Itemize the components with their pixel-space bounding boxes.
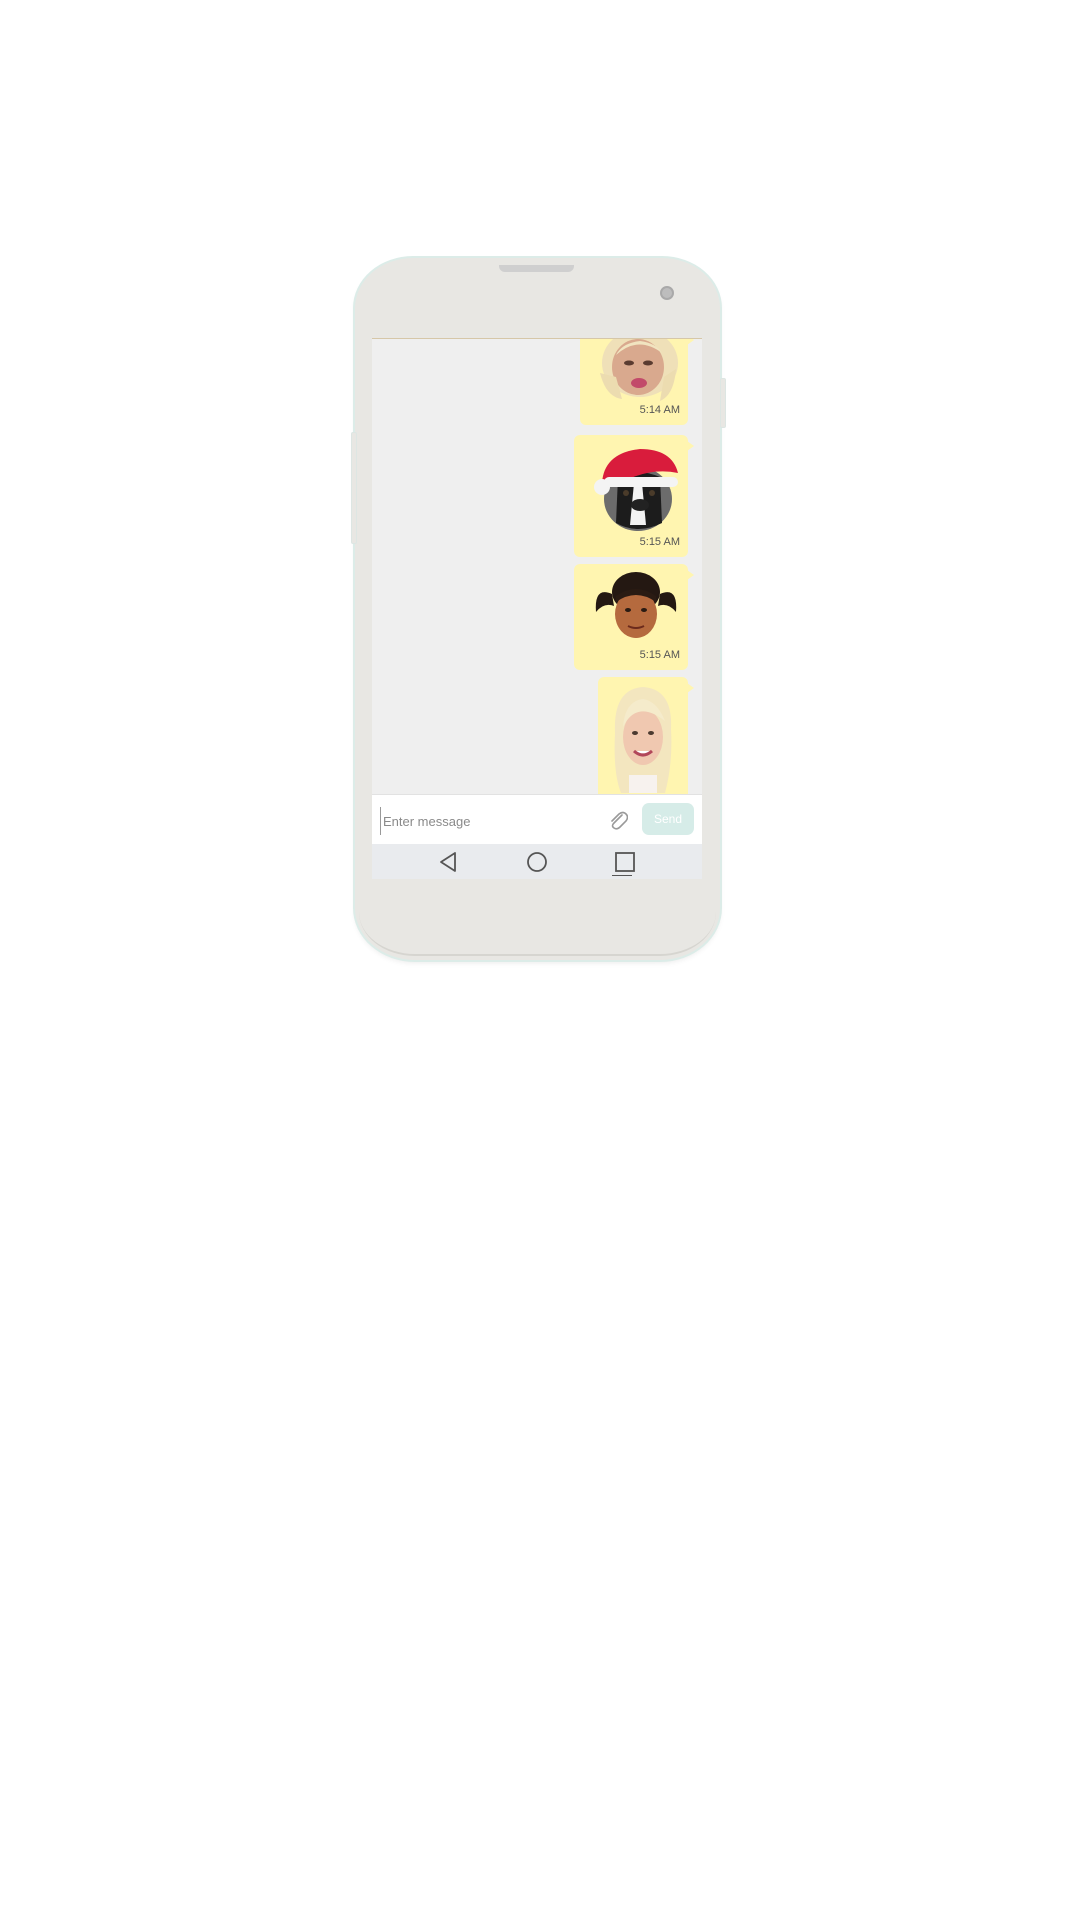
message-timestamp: 5:14 AM [639,404,680,416]
message-bubble[interactable]: 5:15 AM [574,435,694,557]
send-button[interactable]: Send [642,803,694,835]
message-composer: Send [372,794,702,845]
message-timestamp: 5:15 AM [639,649,680,661]
back-triangle-icon[interactable] [436,850,462,874]
blonde-woman-pout-sticker [600,339,678,401]
woman-pigtails-sticker [595,572,677,638]
dog-santa-hat-sticker [594,449,678,531]
front-camera [660,286,674,300]
volume-button [351,432,357,544]
paperclip-icon[interactable] [608,809,628,831]
nav-indicator [612,875,632,876]
earpiece-speaker [499,265,574,272]
message-input[interactable] [380,807,605,835]
recents-square-icon[interactable] [612,850,638,874]
blonde-woman-smile-sticker [614,687,672,793]
message-bubble[interactable]: 5:14 AM [580,339,694,425]
chat-message-list[interactable]: 5:14 AM 5:15 AM 5:15 AM [372,339,702,794]
android-navigation-bar [372,844,702,879]
message-timestamp: 5:15 AM [639,536,680,548]
message-bubble[interactable] [598,677,694,794]
phone-screen: 5:14 AM 5:15 AM 5:15 AM Enter message Se… [372,338,702,879]
home-circle-icon[interactable] [524,850,550,874]
power-button [720,378,726,428]
message-bubble[interactable]: 5:15 AM [574,564,694,670]
